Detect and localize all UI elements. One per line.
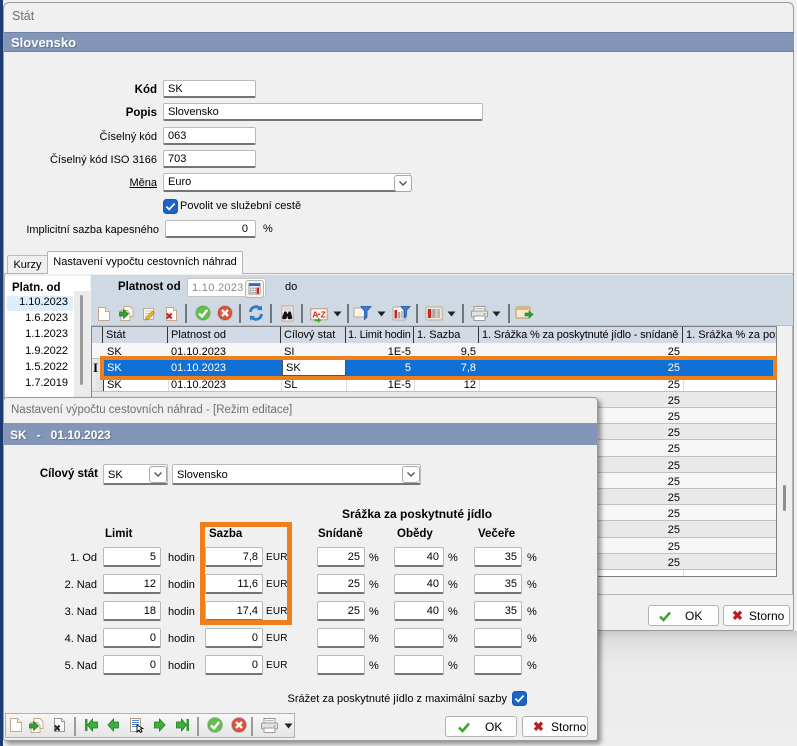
svg-text:Z: Z [321,309,326,319]
svg-text:A: A [312,309,318,319]
